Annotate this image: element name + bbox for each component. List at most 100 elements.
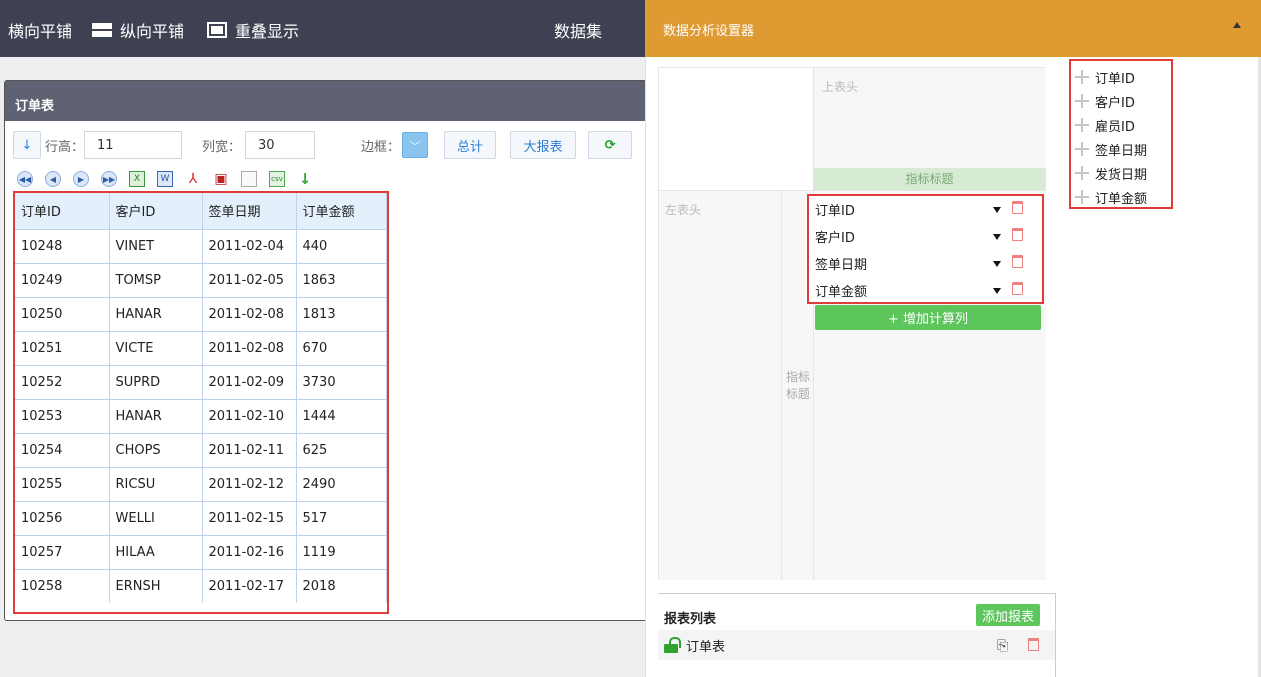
available-field[interactable]: 客户ID xyxy=(1071,89,1171,113)
table-row[interactable]: 10254 CHOPS 2011-02-11 625 xyxy=(15,433,387,468)
table-cell[interactable]: 2011-02-17 xyxy=(202,569,297,603)
column-header[interactable]: 签单日期 xyxy=(202,193,297,230)
download-icon[interactable]: ↓ xyxy=(297,170,313,188)
table-cell[interactable]: 2011-02-15 xyxy=(202,501,297,536)
sort-button[interactable]: ↓ xyxy=(13,131,41,159)
dropdown-arrow-icon[interactable] xyxy=(993,261,1001,267)
selected-field-row[interactable]: 订单ID xyxy=(809,196,1042,223)
trash-icon[interactable] xyxy=(1012,282,1024,296)
table-cell[interactable]: 1813 xyxy=(296,297,387,332)
table-row[interactable]: 10252 SUPRD 2011-02-09 3730 xyxy=(15,365,387,400)
table-cell[interactable]: RICSU xyxy=(109,467,203,502)
table-cell[interactable]: 10253 xyxy=(15,399,110,434)
table-cell[interactable]: 10255 xyxy=(15,467,110,502)
excel-icon[interactable]: X xyxy=(129,171,145,187)
trash-icon[interactable] xyxy=(1012,228,1024,242)
next-page-icon[interactable]: ▶ xyxy=(73,171,89,187)
table-row[interactable]: 10253 HANAR 2011-02-10 1444 xyxy=(15,399,387,434)
table-cell[interactable]: 10257 xyxy=(15,535,110,570)
table-cell[interactable]: 3730 xyxy=(296,365,387,400)
dropdown-arrow-icon[interactable] xyxy=(993,288,1001,294)
table-cell[interactable]: 1444 xyxy=(296,399,387,434)
report-window-title[interactable]: 订单表 xyxy=(5,81,648,121)
first-page-icon[interactable]: ◀◀ xyxy=(17,171,33,187)
overlap-button[interactable]: 重叠显示 xyxy=(207,18,299,42)
table-cell[interactable]: 2011-02-08 xyxy=(202,331,297,366)
selected-field-row[interactable]: 客户ID xyxy=(809,223,1042,250)
table-row[interactable]: 10255 RICSU 2011-02-12 2490 xyxy=(15,467,387,502)
word-icon[interactable]: W xyxy=(157,171,173,187)
column-header[interactable]: 订单金额 xyxy=(296,193,387,230)
table-cell[interactable]: VICTE xyxy=(109,331,203,366)
table-row[interactable]: 10250 HANAR 2011-02-08 1813 xyxy=(15,297,387,332)
add-calc-column-button[interactable]: + 增加计算列 xyxy=(815,305,1041,330)
table-row[interactable]: 10249 TOMSP 2011-02-05 1863 xyxy=(15,263,387,298)
print-icon[interactable]: ▣ xyxy=(213,171,229,187)
table-cell[interactable]: 1863 xyxy=(296,263,387,298)
csv-icon[interactable]: csv xyxy=(269,171,285,187)
table-cell[interactable]: 625 xyxy=(296,433,387,468)
table-cell[interactable]: SUPRD xyxy=(109,365,203,400)
add-report-button[interactable]: 添加报表 xyxy=(976,604,1040,626)
table-cell[interactable]: 2011-02-08 xyxy=(202,297,297,332)
table-cell[interactable]: 1119 xyxy=(296,535,387,570)
column-header[interactable]: 客户ID xyxy=(109,193,203,230)
table-row[interactable]: 10257 HILAA 2011-02-16 1119 xyxy=(15,535,387,570)
table-cell[interactable]: 10252 xyxy=(15,365,110,400)
tile-vertical-button[interactable]: 纵向平铺 xyxy=(92,18,184,42)
trash-icon[interactable] xyxy=(1012,201,1024,215)
available-field[interactable]: 发货日期 xyxy=(1071,161,1171,185)
available-field[interactable]: 雇员ID xyxy=(1071,113,1171,137)
column-header[interactable]: 订单ID xyxy=(15,193,110,230)
table-cell[interactable]: 2011-02-09 xyxy=(202,365,297,400)
table-cell[interactable]: WELLI xyxy=(109,501,203,536)
table-cell[interactable]: 2011-02-10 xyxy=(202,399,297,434)
table-cell[interactable]: ERNSH xyxy=(109,569,203,603)
tile-horizontal-button[interactable]: 横向平铺 xyxy=(8,18,72,42)
edit-icon[interactable]: ⎘ xyxy=(997,638,1008,654)
available-field[interactable]: 签单日期 xyxy=(1071,137,1171,161)
last-page-icon[interactable]: ▶▶ xyxy=(101,171,117,187)
trash-icon[interactable] xyxy=(1012,255,1024,269)
col-width-input[interactable]: 30 xyxy=(245,131,316,159)
dataset-button[interactable]: 数据集 xyxy=(554,18,602,42)
table-row[interactable]: 10248 VINET 2011-02-04 440 xyxy=(15,229,387,264)
refresh-button[interactable]: ⟳ xyxy=(588,131,633,159)
table-cell[interactable]: HANAR xyxy=(109,399,203,434)
table-cell[interactable]: 2011-02-04 xyxy=(202,229,297,264)
dropdown-arrow-icon[interactable] xyxy=(993,207,1001,213)
unlock-icon[interactable] xyxy=(664,637,681,653)
table-cell[interactable]: CHOPS xyxy=(109,433,203,468)
table-cell[interactable]: TOMSP xyxy=(109,263,203,298)
report-list-item[interactable]: 订单表 ⎘ xyxy=(658,630,1055,660)
table-cell[interactable]: 2018 xyxy=(296,569,387,603)
table-cell[interactable]: 517 xyxy=(296,501,387,536)
left-header-dropzone[interactable]: 左表头 xyxy=(659,190,781,580)
table-cell[interactable]: HANAR xyxy=(109,297,203,332)
text-export-icon[interactable] xyxy=(241,171,257,187)
table-cell[interactable]: 2011-02-16 xyxy=(202,535,297,570)
available-field[interactable]: 订单金额 xyxy=(1071,185,1171,209)
table-row[interactable]: 10251 VICTE 2011-02-08 670 xyxy=(15,331,387,366)
table-cell[interactable]: 10256 xyxy=(15,501,110,536)
table-row[interactable]: 10256 WELLI 2011-02-15 517 xyxy=(15,501,387,536)
table-cell[interactable]: 2490 xyxy=(296,467,387,502)
table-cell[interactable]: 2011-02-12 xyxy=(202,467,297,502)
dropdown-arrow-icon[interactable] xyxy=(993,234,1001,240)
table-cell[interactable]: HILAA xyxy=(109,535,203,570)
table-cell[interactable]: VINET xyxy=(109,229,203,264)
table-cell[interactable]: 440 xyxy=(296,229,387,264)
table-row[interactable]: 10258 ERNSH 2011-02-17 2018 xyxy=(15,569,387,603)
available-field[interactable]: 订单ID xyxy=(1071,65,1171,89)
collapse-icon[interactable] xyxy=(1233,22,1241,28)
total-button[interactable]: 总计 xyxy=(444,131,497,159)
big-report-button[interactable]: 大报表 xyxy=(510,131,577,159)
pdf-icon[interactable]: ⅄ xyxy=(185,171,201,187)
row-height-input[interactable]: 11 xyxy=(84,131,183,159)
table-cell[interactable]: 2011-02-05 xyxy=(202,263,297,298)
table-cell[interactable]: 10250 xyxy=(15,297,110,332)
table-cell[interactable]: 2011-02-11 xyxy=(202,433,297,468)
prev-page-icon[interactable]: ◀ xyxy=(45,171,61,187)
table-cell[interactable]: 670 xyxy=(296,331,387,366)
selected-field-row[interactable]: 订单金额 xyxy=(809,277,1042,304)
